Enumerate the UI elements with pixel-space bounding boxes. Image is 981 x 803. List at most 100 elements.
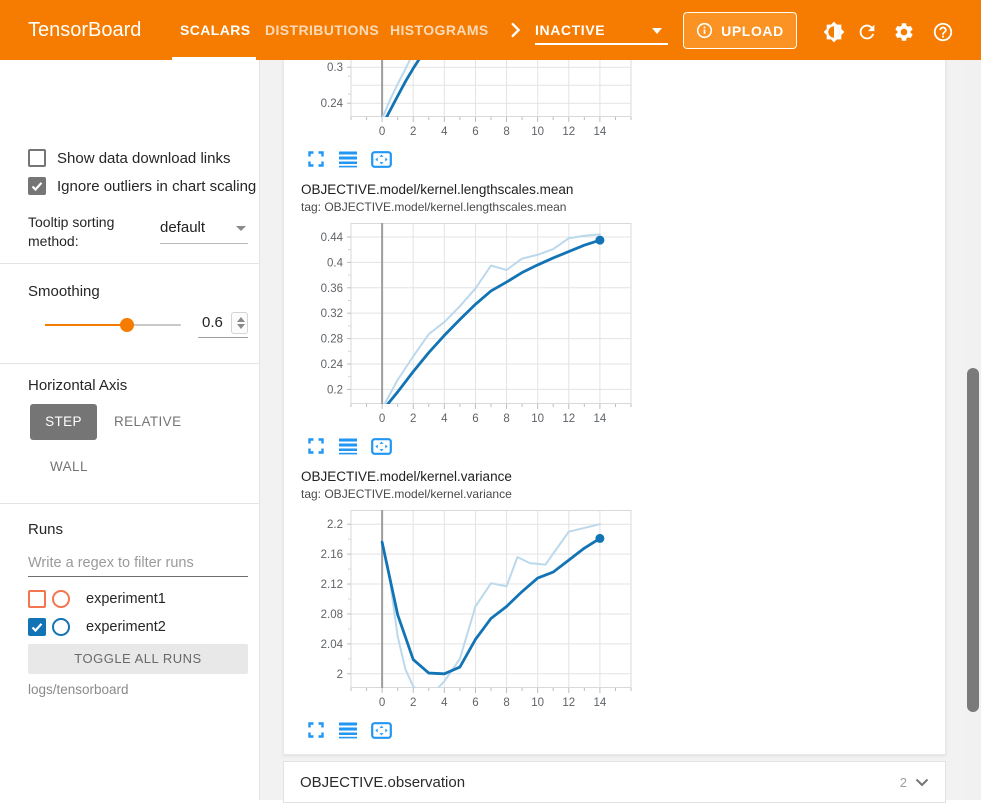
- run-label-experiment2: experiment2: [86, 619, 166, 635]
- svg-text:6: 6: [472, 413, 478, 425]
- svg-text:2: 2: [410, 697, 416, 709]
- scrollbar-thumb[interactable]: [967, 368, 979, 712]
- scalar-charts-card: 0.240.302468101214 OBJECTIVE.model/kerne…: [283, 60, 946, 755]
- log-scale-icon[interactable]: [339, 150, 357, 168]
- dashboard-main: 0.240.302468101214 OBJECTIVE.model/kerne…: [260, 60, 981, 800]
- settings-gear-icon[interactable]: [893, 21, 915, 43]
- svg-text:8: 8: [503, 413, 509, 425]
- run-checkbox-experiment2[interactable]: [28, 618, 46, 636]
- check-icon: [28, 618, 46, 636]
- chart-card-variance: OBJECTIVE.model/kernel.variance tag: OBJ…: [301, 468, 661, 740]
- tooltip-sorting-value: default: [160, 216, 248, 240]
- svg-text:4: 4: [441, 413, 448, 425]
- collapsed-section-observation[interactable]: OBJECTIVE.observation 2: [283, 761, 946, 803]
- smoothing-value-input[interactable]: 0.6: [198, 310, 248, 338]
- dropdown-caret-icon: [236, 226, 246, 231]
- svg-text:12: 12: [562, 126, 575, 138]
- svg-text:0: 0: [379, 697, 385, 709]
- runs-label: Runs: [28, 521, 63, 538]
- chart-card-partial: 0.240.302468101214: [301, 60, 661, 169]
- chart-toolbar: [301, 430, 661, 456]
- section-title: OBJECTIVE.observation: [300, 774, 900, 791]
- svg-text:0.3: 0.3: [327, 62, 343, 74]
- upload-label: UPLOAD: [721, 23, 784, 39]
- toggle-all-runs-button[interactable]: TOGGLE ALL RUNS: [28, 644, 248, 674]
- status-dropdown[interactable]: INACTIVE: [535, 17, 668, 45]
- chart-toolbar: [301, 143, 661, 169]
- chart-toolbar: [301, 714, 661, 740]
- svg-text:8: 8: [503, 697, 509, 709]
- fit-domain-icon[interactable]: [371, 438, 392, 455]
- spinner-down-icon[interactable]: [237, 324, 245, 329]
- divider: [0, 503, 260, 504]
- svg-text:12: 12: [562, 413, 575, 425]
- horizontal-axis-label: Horizontal Axis: [28, 377, 127, 394]
- smoothing-slider[interactable]: [45, 324, 181, 326]
- svg-text:0.36: 0.36: [321, 283, 343, 295]
- number-spinner[interactable]: [231, 312, 248, 334]
- chevron-right-icon[interactable]: [504, 19, 526, 41]
- refresh-icon[interactable]: [856, 21, 878, 43]
- runs-filter-input[interactable]: [28, 550, 248, 577]
- chart-tag: tag: OBJECTIVE.model/kernel.variance: [301, 486, 661, 502]
- scalar-chart[interactable]: 0.240.302468101214: [301, 60, 641, 143]
- dropdown-caret-icon: [652, 28, 662, 34]
- ignore-outliers-checkbox[interactable]: [28, 177, 46, 195]
- run-radio-experiment2[interactable]: [52, 618, 70, 636]
- svg-text:12: 12: [562, 697, 575, 709]
- tab-scalars[interactable]: SCALARS: [180, 0, 250, 60]
- help-icon[interactable]: [932, 21, 954, 43]
- dark-mode-toggle-icon[interactable]: [823, 21, 845, 43]
- active-tab-underline: [172, 57, 256, 60]
- chart-title: OBJECTIVE.model/kernel.lengthscales.mean: [301, 181, 661, 199]
- log-scale-icon[interactable]: [339, 437, 357, 455]
- svg-text:2: 2: [410, 413, 416, 425]
- svg-text:14: 14: [593, 126, 606, 138]
- section-count-badge: 2: [900, 775, 907, 790]
- tooltip-sorting-label: Tooltip sorting method:: [28, 213, 153, 251]
- spinner-up-icon[interactable]: [237, 317, 245, 322]
- run-checkbox-experiment1[interactable]: [28, 590, 46, 608]
- svg-text:6: 6: [472, 126, 478, 138]
- svg-text:2: 2: [410, 126, 416, 138]
- svg-text:10: 10: [531, 697, 544, 709]
- fullscreen-icon[interactable]: [307, 721, 325, 739]
- svg-text:0.24: 0.24: [321, 98, 344, 110]
- svg-text:4: 4: [441, 126, 448, 138]
- check-icon: [28, 177, 46, 195]
- svg-text:10: 10: [531, 413, 544, 425]
- log-scale-icon[interactable]: [339, 721, 357, 739]
- axis-option-wall[interactable]: WALL: [50, 459, 88, 474]
- scalar-chart[interactable]: 22.042.082.122.162.202468101214: [301, 510, 641, 714]
- svg-text:0.24: 0.24: [321, 359, 344, 371]
- run-label-experiment1: experiment1: [86, 591, 166, 607]
- upload-button[interactable]: UPLOAD: [683, 12, 797, 49]
- svg-text:0: 0: [379, 126, 385, 138]
- svg-text:0.32: 0.32: [321, 308, 343, 320]
- svg-text:2: 2: [337, 669, 343, 681]
- tooltip-sorting-select[interactable]: default: [160, 216, 248, 244]
- ignore-outliers-label: Ignore outliers in chart scaling: [57, 178, 257, 195]
- fullscreen-icon[interactable]: [307, 437, 325, 455]
- show-download-links-checkbox[interactable]: [28, 149, 46, 167]
- axis-option-relative[interactable]: RELATIVE: [114, 404, 181, 440]
- chart-title: OBJECTIVE.model/kernel.variance: [301, 468, 661, 486]
- fit-domain-icon[interactable]: [371, 722, 392, 739]
- tab-histograms[interactable]: HISTOGRAMS: [390, 0, 489, 60]
- smoothing-slider-thumb[interactable]: [120, 318, 134, 332]
- scalar-chart[interactable]: 0.20.240.280.320.360.40.4402468101214: [301, 223, 641, 430]
- status-label: INACTIVE: [535, 17, 668, 43]
- svg-text:2.2: 2.2: [327, 519, 343, 531]
- fit-domain-icon[interactable]: [371, 151, 392, 168]
- tab-distributions[interactable]: DISTRIBUTIONS: [265, 0, 379, 60]
- log-directory-label: logs/tensorboard: [28, 682, 129, 697]
- axis-option-step[interactable]: STEP: [30, 404, 97, 440]
- app-header: TensorBoard SCALARS DISTRIBUTIONS HISTOG…: [0, 0, 981, 60]
- run-radio-experiment1[interactable]: [52, 590, 70, 608]
- svg-text:0.2: 0.2: [327, 384, 343, 396]
- fullscreen-icon[interactable]: [307, 150, 325, 168]
- info-icon: [696, 22, 713, 39]
- chevron-down-icon: [915, 778, 929, 787]
- scrollbar-track[interactable]: [965, 60, 981, 800]
- divider: [0, 263, 260, 264]
